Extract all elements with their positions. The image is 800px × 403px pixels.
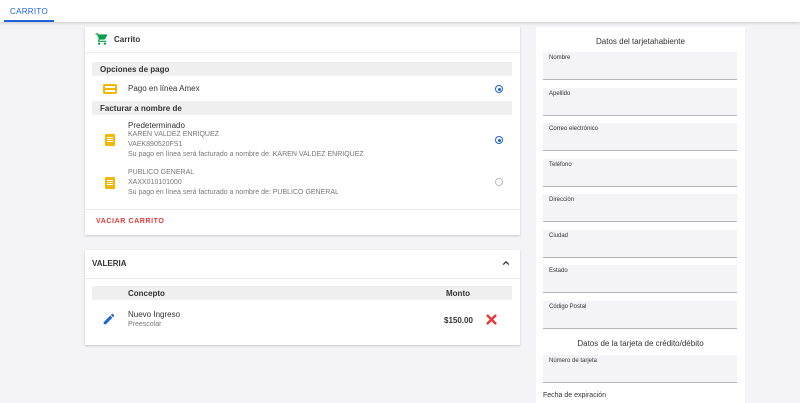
address-field[interactable]: Dirección [543,194,737,222]
payment-option-label: Pago en línea Amex [128,84,200,93]
billing-section: Facturar a nombre de [92,101,512,115]
card-number-input[interactable] [549,368,729,380]
billing-option-name: PUBLICO GENERAL [128,169,195,176]
billing-option-rfc: VAEK890520FS1 [128,141,183,148]
item-concept: Nuevo Ingreso [128,310,181,319]
address-label: Dirección [549,197,575,203]
state-field[interactable]: Estado [543,265,737,293]
student-group-card: VALERIA Concepto Monto Nuevo Ingreso Pre… [85,250,520,345]
item-amount: $150.00 [444,316,473,325]
column-header-concept: Concepto [128,289,165,298]
phone-input[interactable] [549,172,729,184]
edit-icon[interactable] [102,312,116,326]
card-data-title: Datos de la tarjeta de crédito/débito [577,339,704,348]
payment-option-radio[interactable] [495,85,503,93]
cardholder-form-title: Datos del tarjetahabiente [596,37,685,46]
card-number-label: Número de tarjeta [549,358,598,364]
cart-card: Carrito Opciones de pago Pago en línea A… [85,27,520,235]
email-label: Correo electrónico [549,126,599,132]
billing-heading: Facturar a nombre de [100,104,182,113]
item-subtitle: Preescolar [128,321,162,328]
tab-carrito[interactable]: CARRITO [4,0,54,22]
name-input[interactable] [549,65,729,77]
delete-x-icon[interactable] [486,314,497,325]
address-input[interactable] [549,207,729,219]
state-input[interactable] [549,278,729,290]
name-label: Nombre [549,55,571,61]
email-field[interactable]: Correo electrónico [543,123,737,151]
clear-cart-button[interactable]: VACIAR CARRITO [96,218,164,225]
postal-code-label: Código Postal [549,304,587,310]
payment-options-section: Opciones de pago [92,62,512,76]
state-label: Estado [549,268,568,274]
cardholder-form: Datos del tarjetahabiente Nombre Apellid… [536,27,745,403]
credit-card-icon [103,84,117,94]
active-tab-indicator [4,20,54,22]
billing-option-radio-publico[interactable] [495,178,503,186]
city-field[interactable]: Ciudad [543,230,737,258]
chevron-up-icon[interactable] [502,259,510,267]
email-input[interactable] [549,136,729,148]
last-name-input[interactable] [549,101,729,113]
document-icon [105,134,115,146]
billing-option-title: Predeterminado [128,121,185,130]
phone-field[interactable]: Teléfono [543,159,737,187]
billing-option-note: Su pago en línea será facturado a nombre… [128,151,364,158]
card-number-field[interactable]: Número de tarjeta [543,355,737,383]
last-name-label: Apellido [549,91,571,97]
city-input[interactable] [549,243,729,255]
cart-title: Carrito [114,35,141,44]
column-header-amount: Monto [446,289,470,298]
shopping-cart-icon [95,33,108,45]
last-name-field[interactable]: Apellido [543,88,737,116]
divider [85,209,520,210]
payment-options-heading: Opciones de pago [100,65,170,74]
billing-option-rfc: XAXX010101000 [128,179,182,186]
name-field[interactable]: Nombre [543,52,737,80]
expiration-label: Fecha de expiración [543,392,607,399]
billing-option-radio-predeterminado[interactable] [495,136,503,144]
phone-label: Teléfono [549,162,572,168]
group-title: VALERIA [92,259,127,268]
city-label: Ciudad [549,233,569,239]
cart-header: Carrito [85,27,520,53]
billing-option-note: Su pago en línea será facturado a nombre… [128,189,339,196]
billing-option-name: KAREN VALDEZ ENRIQUEZ [128,131,219,138]
postal-code-field[interactable]: Código Postal [543,301,737,329]
divider [85,278,520,279]
document-icon [105,177,115,189]
postal-code-input[interactable] [549,314,729,326]
top-tab-bar: CARRITO [0,0,800,22]
